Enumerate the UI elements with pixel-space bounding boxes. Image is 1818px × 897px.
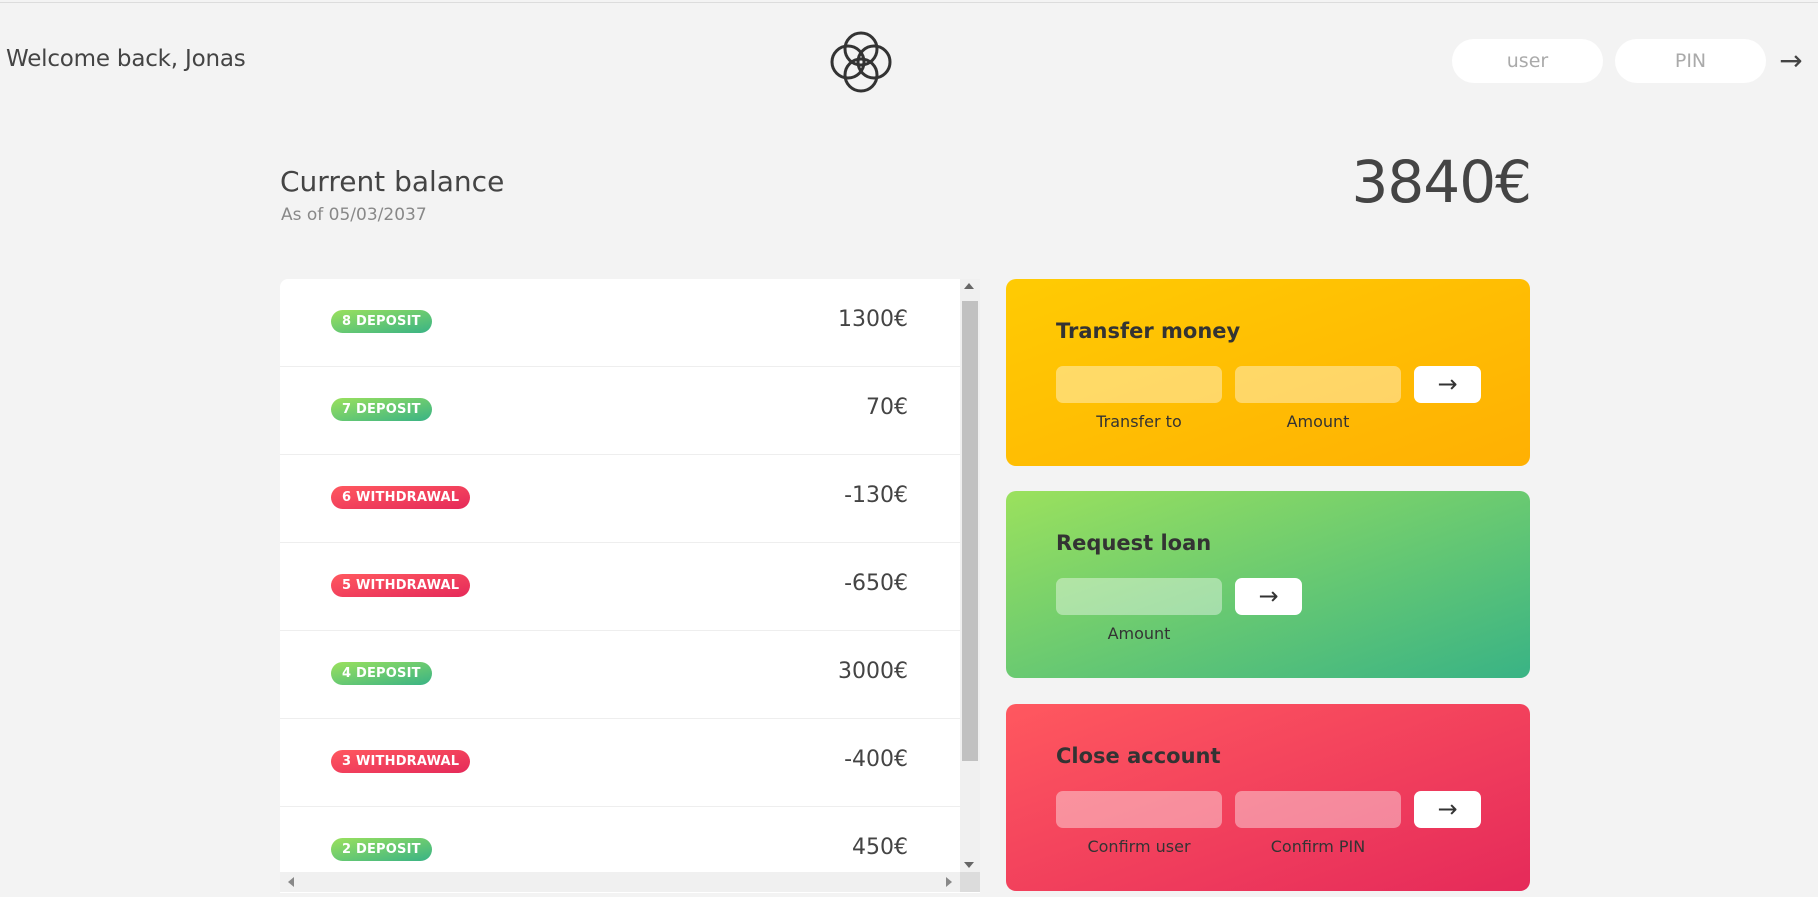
- transfer-title: Transfer money: [1056, 319, 1241, 343]
- movement-row: 8 DEPOSIT 1300€: [280, 279, 960, 367]
- scroll-right-arrow-icon[interactable]: [946, 877, 952, 887]
- movement-type-badge: 2 DEPOSIT: [331, 838, 432, 861]
- transfer-amount-label: Amount: [1286, 412, 1350, 431]
- movement-value: 3000€: [838, 659, 908, 684]
- scroll-up-arrow-icon[interactable]: [964, 283, 974, 289]
- movement-row: 7 DEPOSIT 70€: [280, 367, 960, 455]
- balance-value: 3840€: [1351, 148, 1532, 216]
- loan-amount-label: Amount: [1107, 624, 1171, 643]
- scroll-down-arrow-icon[interactable]: [964, 862, 974, 868]
- scroll-left-arrow-icon[interactable]: [288, 877, 294, 887]
- movement-type-badge: 5 WITHDRAWAL: [331, 574, 471, 597]
- movement-value: -650€: [844, 571, 908, 596]
- logo-icon: [830, 31, 892, 93]
- close-button[interactable]: →: [1414, 791, 1481, 828]
- horizontal-scrollbar[interactable]: [280, 872, 960, 892]
- movement-value: -400€: [844, 747, 908, 772]
- welcome-message: Welcome back, Jonas: [6, 46, 246, 72]
- loan-panel: Request loan → Amount: [1006, 491, 1530, 678]
- transfer-button[interactable]: →: [1414, 366, 1481, 403]
- close-user-label: Confirm user: [1087, 837, 1191, 856]
- movement-type-badge: 7 DEPOSIT: [331, 398, 432, 421]
- scrollbar-corner: [960, 872, 980, 892]
- balance-label: Current balance: [280, 165, 505, 198]
- movement-type-badge: 6 WITHDRAWAL: [331, 486, 471, 509]
- movement-row: 3 WITHDRAWAL -400€: [280, 719, 960, 807]
- movement-row: 5 WITHDRAWAL -650€: [280, 543, 960, 631]
- close-title: Close account: [1056, 744, 1221, 768]
- movement-row: 6 WITHDRAWAL -130€: [280, 455, 960, 543]
- scrollbar-thumb[interactable]: [962, 301, 978, 761]
- movements-list[interactable]: 8 DEPOSIT 1300€ 7 DEPOSIT 70€ 6 WITHDRAW…: [280, 279, 980, 893]
- movement-row: 4 DEPOSIT 3000€: [280, 631, 960, 719]
- close-pin-input[interactable]: [1235, 791, 1401, 828]
- movement-value: 1300€: [838, 307, 908, 332]
- movement-type-badge: 3 WITHDRAWAL: [331, 750, 471, 773]
- close-account-panel: Close account → Confirm user Confirm PIN: [1006, 704, 1530, 891]
- movement-value: 450€: [852, 835, 908, 860]
- close-pin-label: Confirm PIN: [1270, 837, 1366, 856]
- movement-type-badge: 8 DEPOSIT: [331, 310, 432, 333]
- vertical-scrollbar[interactable]: [960, 279, 980, 872]
- loan-amount-input[interactable]: [1056, 578, 1222, 615]
- top-border: [0, 0, 1818, 3]
- login-pin-input[interactable]: [1615, 39, 1766, 83]
- transfer-panel: Transfer money → Transfer to Amount: [1006, 279, 1530, 466]
- transfer-to-label: Transfer to: [1096, 412, 1182, 431]
- movement-value: 70€: [866, 395, 908, 420]
- transfer-to-input[interactable]: [1056, 366, 1222, 403]
- close-user-input[interactable]: [1056, 791, 1222, 828]
- loan-button[interactable]: →: [1235, 578, 1302, 615]
- movement-type-badge: 4 DEPOSIT: [331, 662, 432, 685]
- login-button[interactable]: →: [1773, 44, 1809, 78]
- loan-title: Request loan: [1056, 531, 1212, 555]
- login-user-input[interactable]: [1452, 39, 1603, 83]
- transfer-amount-input[interactable]: [1235, 366, 1401, 403]
- movement-value: -130€: [844, 483, 908, 508]
- balance-date: As of 05/03/2037: [281, 205, 427, 225]
